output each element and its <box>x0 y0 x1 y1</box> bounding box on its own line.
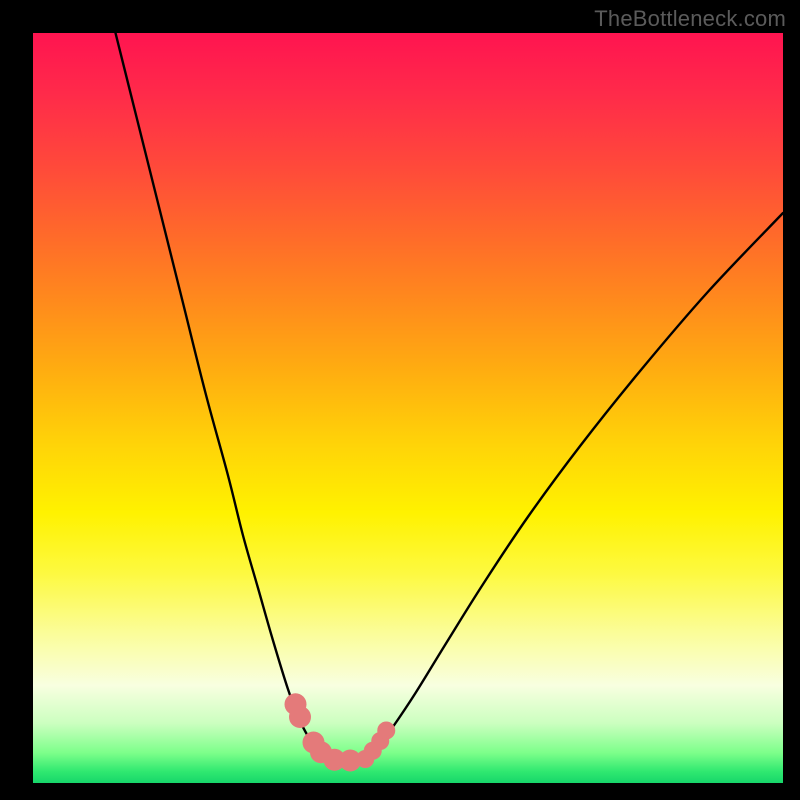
curve-markers-right <box>356 722 395 769</box>
bottleneck-curve <box>116 33 784 761</box>
curve-marker <box>289 706 311 728</box>
plot-area <box>33 33 783 783</box>
outer-frame: TheBottleneck.com <box>0 0 800 800</box>
chart-svg <box>33 33 783 783</box>
curve-markers-left <box>285 693 362 771</box>
curve-marker <box>377 722 395 740</box>
watermark-text: TheBottleneck.com <box>594 6 786 32</box>
